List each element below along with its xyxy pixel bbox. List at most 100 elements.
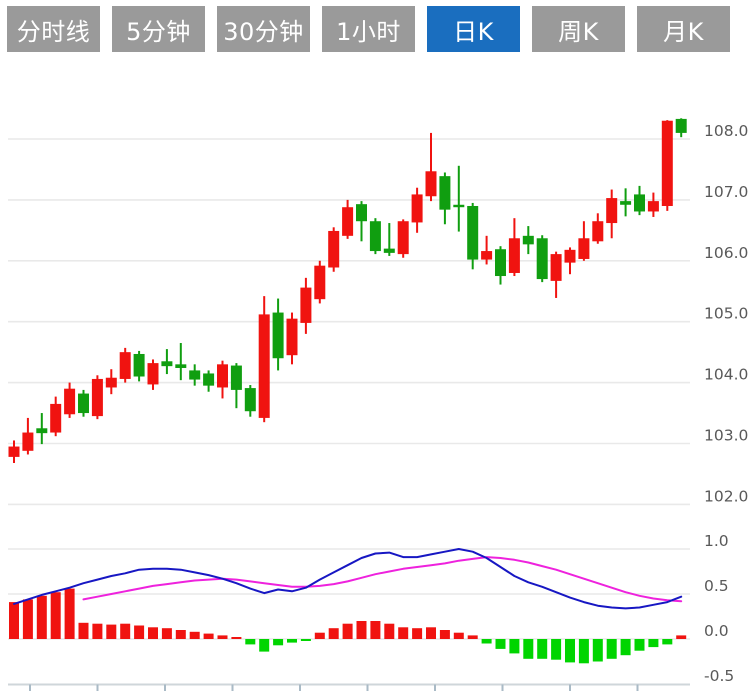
candle-wick	[486, 236, 488, 265]
candle-body	[314, 266, 325, 299]
candle	[342, 200, 353, 239]
candle-body	[92, 379, 103, 416]
macd-hist-bar	[343, 624, 353, 639]
candles	[9, 118, 687, 463]
candle	[245, 385, 256, 417]
candle-body	[481, 251, 492, 260]
candle	[148, 359, 159, 389]
candle-body	[453, 205, 464, 207]
tab-weekly-k[interactable]: 周K	[532, 6, 625, 52]
macd-hist-bar	[134, 626, 144, 640]
candle-body	[189, 370, 200, 379]
candle-body	[426, 171, 437, 196]
tab-daily-k[interactable]: 日K	[427, 6, 520, 52]
candle-body	[370, 221, 381, 251]
candle-body	[203, 373, 214, 385]
macd-axis-labels: 1.00.50.0-0.5	[704, 532, 734, 685]
candle	[92, 375, 103, 419]
macd-hist-bar	[106, 625, 116, 639]
candle	[606, 190, 617, 239]
candle-body	[398, 221, 409, 254]
candle-body	[300, 288, 311, 323]
candle	[120, 348, 131, 383]
candle	[398, 219, 409, 257]
macd-hist-bar	[426, 627, 436, 639]
macd-hist-bar	[51, 592, 61, 639]
candle-body	[648, 201, 659, 211]
macd-hist-bar	[259, 639, 269, 652]
tab-1hour[interactable]: 1小时	[322, 6, 415, 52]
macd-hist-bar	[412, 628, 422, 639]
candle-wick	[180, 343, 182, 380]
candle-body	[64, 389, 75, 415]
macd-hist-bar	[635, 639, 645, 651]
macd-hist-bar	[176, 630, 186, 639]
candle-body	[36, 428, 47, 433]
candle-body	[551, 254, 562, 281]
candle-body	[495, 249, 506, 276]
candle-body	[634, 194, 645, 211]
candle	[314, 261, 325, 304]
candle-body	[148, 363, 159, 384]
candle	[523, 226, 534, 254]
macd-hist-bar	[607, 639, 617, 659]
candle	[22, 418, 33, 455]
candle-body	[9, 447, 20, 457]
candle	[134, 351, 145, 381]
candle	[662, 120, 673, 211]
candle	[50, 397, 61, 437]
candle-body	[676, 119, 687, 133]
candle-body	[134, 354, 145, 377]
candle-body	[106, 378, 117, 388]
price-axis-label: 108.0	[704, 122, 748, 140]
candle	[287, 313, 298, 365]
candle	[426, 133, 437, 201]
price-axis-label: 104.0	[704, 366, 748, 384]
macd-hist-bar	[676, 635, 686, 639]
candle	[578, 221, 589, 261]
candle	[648, 193, 659, 217]
candle-body	[592, 221, 603, 241]
macd-hist-bar	[218, 635, 228, 639]
price-axis-label: 103.0	[704, 427, 748, 445]
candle	[300, 278, 311, 334]
macd-axis-label: 0.0	[704, 622, 729, 640]
candle	[161, 349, 172, 374]
kline-chart-area[interactable]: 108.0107.0106.0105.0104.0103.0102.01.00.…	[0, 0, 754, 691]
macd-hist-bar	[79, 623, 89, 639]
candle-body	[523, 236, 534, 245]
macd-hist-bar	[537, 639, 547, 659]
price-axis-label: 102.0	[704, 487, 748, 505]
macd-hist-bar	[468, 635, 478, 639]
macd-hist-bar	[579, 639, 589, 663]
macd-hist-bar	[482, 639, 492, 644]
candle-body	[578, 238, 589, 259]
candle	[203, 370, 214, 391]
candle-body	[120, 352, 131, 379]
macd-hist-bar	[370, 621, 380, 639]
macd-hist-bar	[329, 628, 339, 639]
tab-30min[interactable]: 30分钟	[217, 6, 310, 52]
candle	[64, 383, 75, 418]
candle-body	[161, 361, 172, 366]
macd-hist-bar	[593, 639, 603, 662]
macd-hist-bar	[357, 621, 367, 639]
macd-hist-bar	[148, 627, 158, 639]
macd-hist-bar	[9, 602, 19, 639]
candle	[106, 369, 117, 394]
macd-hist-bar	[92, 624, 102, 639]
candle	[565, 247, 576, 274]
candle	[551, 252, 562, 298]
candle-body	[620, 201, 631, 205]
price-axis-label: 106.0	[704, 244, 748, 262]
macd-hist-bar	[662, 639, 672, 644]
tab-monthly-k[interactable]: 月K	[637, 6, 730, 52]
candle-body	[606, 198, 617, 223]
candle-body	[50, 404, 61, 433]
candle	[467, 203, 478, 269]
tab-minute-line[interactable]: 分时线	[7, 6, 100, 52]
macd-hist-bar	[384, 624, 394, 639]
candle	[175, 343, 186, 380]
macd-hist-bar	[65, 589, 75, 639]
tab-5min[interactable]: 5分钟	[112, 6, 205, 52]
